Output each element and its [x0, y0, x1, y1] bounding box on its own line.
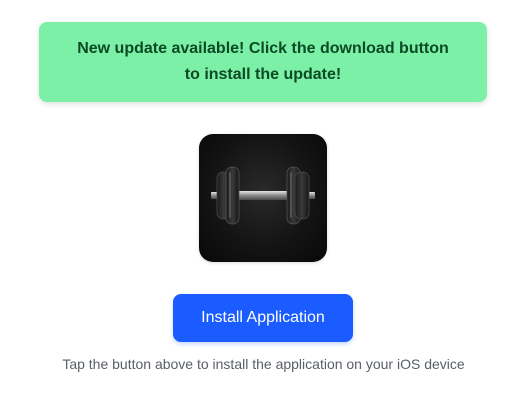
app-icon [199, 134, 327, 262]
install-page: New update available! Click the download… [0, 0, 527, 415]
update-banner-message: New update available! Click the download… [77, 40, 449, 83]
dumbbell-icon [211, 166, 315, 225]
update-banner: New update available! Click the download… [39, 22, 487, 102]
install-helper-text: Tap the button above to install the appl… [62, 356, 465, 372]
install-application-button[interactable]: Install Application [173, 294, 353, 342]
